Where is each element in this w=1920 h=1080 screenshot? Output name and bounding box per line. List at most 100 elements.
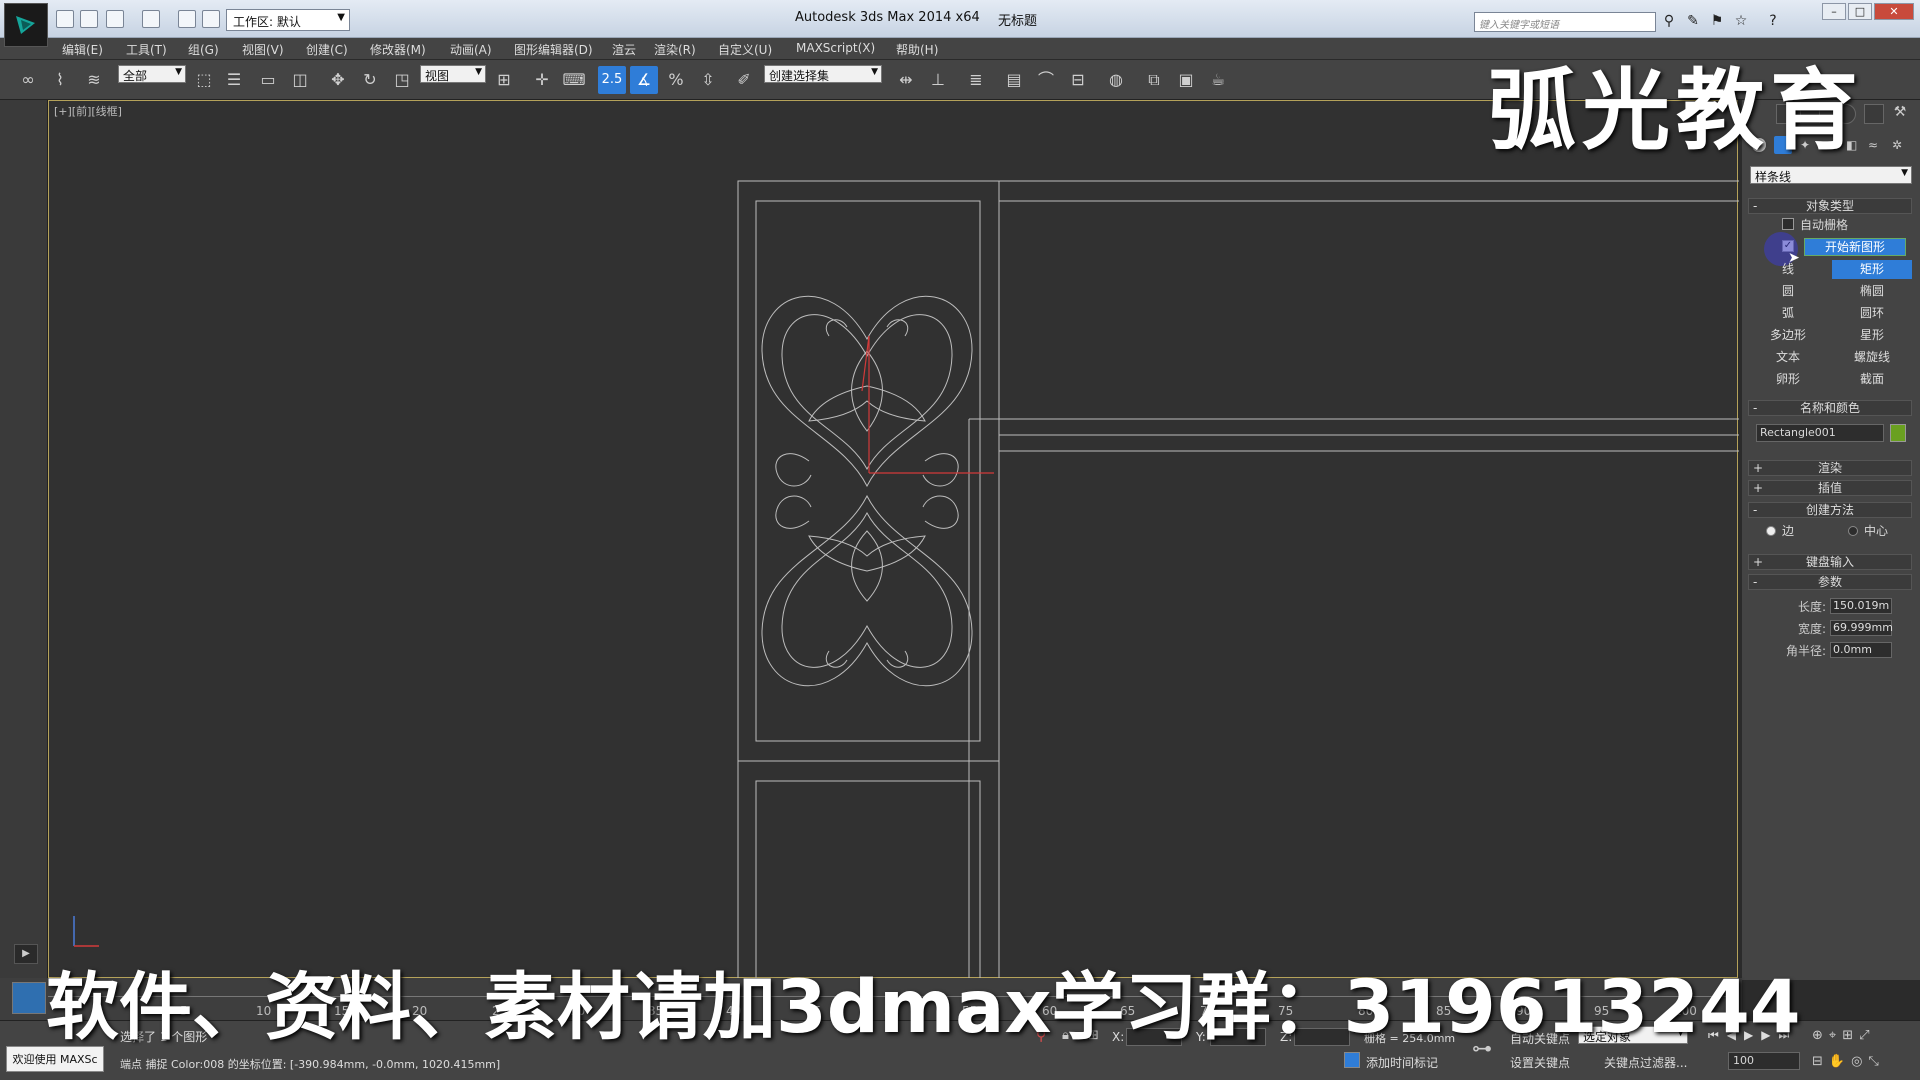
space-warps-category-icon[interactable]: ≈ [1868, 138, 1882, 152]
current-frame-field[interactable]: 100 [1728, 1052, 1800, 1070]
viewport-label[interactable]: [+][前][线框] [54, 103, 122, 119]
select-object-icon[interactable]: ⬚ [190, 66, 218, 94]
menu-cloud[interactable]: 渲云 [612, 41, 636, 58]
spinner-snap-icon[interactable]: ⇳ [694, 66, 722, 94]
rollout-rendering[interactable]: + 渲染 [1748, 460, 1912, 476]
edge-radio[interactable] [1766, 526, 1776, 536]
menu-animation[interactable]: 动画(A) [450, 41, 492, 58]
app-logo-icon[interactable] [4, 3, 48, 47]
open-file-icon[interactable] [56, 10, 74, 28]
length-spinner[interactable]: 150.019m [1830, 598, 1892, 614]
rendered-frame-icon[interactable]: ▣ [1172, 66, 1200, 94]
unlink-icon[interactable]: ⌇ [46, 66, 74, 94]
rollout-name-color[interactable]: - 名称和颜色 [1748, 400, 1912, 416]
reference-coord-dropdown[interactable]: 视图 ▼ [420, 65, 486, 83]
menu-edit[interactable]: 编辑(E) [62, 41, 103, 58]
hold-icon[interactable] [202, 10, 220, 28]
subscription-icon[interactable]: ⚑ [1708, 12, 1726, 30]
front-viewport[interactable] [48, 100, 1739, 980]
align-icon[interactable]: ⊥ [924, 66, 952, 94]
object-name-input[interactable]: Rectangle001 [1756, 424, 1884, 442]
play-expand-icon[interactable]: ▶ [14, 944, 38, 964]
graphite-tools-icon[interactable]: ▤ [1000, 66, 1028, 94]
minimize-icon[interactable]: – [1822, 3, 1846, 20]
arc-button[interactable]: 弧 [1748, 304, 1828, 323]
shape-category-dropdown[interactable]: 样条线 ▼ [1750, 166, 1912, 184]
rollout-keyboard-entry[interactable]: + 键盘输入 [1748, 554, 1912, 570]
display-tab-icon[interactable] [1864, 104, 1884, 124]
utilities-tab-icon[interactable]: ⚒ [1890, 104, 1910, 124]
menu-customize[interactable]: 自定义(U) [718, 41, 772, 58]
object-color-swatch[interactable] [1890, 424, 1906, 442]
systems-category-icon[interactable]: ✲ [1892, 138, 1906, 152]
scale-icon[interactable]: ◳ [388, 66, 416, 94]
help-icon[interactable]: ? [1764, 12, 1782, 30]
schematic-view-icon[interactable]: ⊟ [1064, 66, 1092, 94]
egg-button[interactable]: 卵形 [1748, 370, 1828, 389]
material-editor-icon[interactable]: ◍ [1102, 66, 1130, 94]
menu-tools[interactable]: 工具(T) [126, 41, 167, 58]
project-folder-icon[interactable] [178, 10, 196, 28]
corner-radius-spinner[interactable]: 0.0mm [1830, 642, 1892, 658]
workspace-dropdown[interactable]: 工作区: 默认 ▼ [226, 9, 350, 31]
window-crossing-icon[interactable]: ◫ [286, 66, 314, 94]
undo-icon[interactable] [106, 10, 124, 28]
layer-manager-icon[interactable]: ≣ [962, 66, 990, 94]
curve-editor-icon[interactable]: ⌒ [1032, 66, 1060, 94]
save-file-icon[interactable] [80, 10, 98, 28]
section-button[interactable]: 截面 [1832, 370, 1912, 389]
star-button[interactable]: 星形 [1832, 326, 1912, 345]
render-setup-icon[interactable]: ⧉ [1140, 66, 1168, 94]
close-icon[interactable]: ✕ [1874, 3, 1914, 20]
menu-create[interactable]: 创建(C) [306, 41, 348, 58]
rollout-creation-method[interactable]: - 创建方法 [1748, 502, 1912, 518]
ellipse-button[interactable]: 椭圆 [1832, 282, 1912, 301]
helix-button[interactable]: 螺旋线 [1832, 348, 1912, 367]
set-key-button[interactable]: 设置关键点 [1510, 1054, 1570, 1071]
mirror-icon[interactable]: ⇹ [892, 66, 920, 94]
width-spinner[interactable]: 69.999mm [1830, 620, 1893, 636]
favorites-icon[interactable]: ☆ [1732, 12, 1750, 30]
tools-icon[interactable]: ✎ [1684, 12, 1702, 30]
autogrid-checkbox[interactable] [1782, 218, 1794, 230]
pivot-center-icon[interactable]: ⊞ [490, 66, 518, 94]
select-by-name-icon[interactable]: ☰ [220, 66, 248, 94]
keyboard-shortcut-icon[interactable]: ⌨ [560, 66, 588, 94]
viewport-nav-controls-2[interactable]: ⊟✋◎⤡ [1812, 1054, 1885, 1069]
menu-group[interactable]: 组(G) [188, 41, 219, 58]
center-radio[interactable] [1848, 526, 1858, 536]
menu-help[interactable]: 帮助(H) [896, 41, 938, 58]
menu-modifiers[interactable]: 修改器(M) [370, 41, 426, 58]
rotate-icon[interactable]: ↻ [356, 66, 384, 94]
donut-button[interactable]: 圆环 [1832, 304, 1912, 323]
menu-graph-editors[interactable]: 图形编辑器(D) [514, 41, 593, 58]
add-time-tag-icon[interactable] [1344, 1052, 1360, 1068]
key-filters-button[interactable]: 关键点过滤器... [1604, 1054, 1687, 1071]
rollout-interpolation[interactable]: + 插值 [1748, 480, 1912, 496]
percent-snap-icon[interactable]: % [662, 66, 690, 94]
rectangle-button[interactable]: 矩形 [1832, 260, 1912, 279]
render-production-icon[interactable]: ☕ [1204, 66, 1232, 94]
maximize-icon[interactable]: □ [1848, 3, 1872, 20]
viewport-nav-controls[interactable]: ⊕⌖⊞⤢ [1812, 1028, 1876, 1043]
menu-views[interactable]: 视图(V) [242, 41, 284, 58]
rollout-object-type[interactable]: - 对象类型 [1748, 198, 1912, 214]
binoculars-icon[interactable]: ⚲ [1660, 12, 1678, 30]
select-manipulate-icon[interactable]: ✛ [528, 66, 556, 94]
named-selection-dropdown[interactable]: 创建选择集 ▼ [764, 65, 882, 83]
circle-button[interactable]: 圆 [1748, 282, 1828, 301]
add-time-tag-label[interactable]: 添加时间标记 [1366, 1054, 1438, 1071]
menu-maxscript[interactable]: MAXScript(X) [796, 41, 875, 55]
redo-icon[interactable] [142, 10, 160, 28]
edit-named-selection-icon[interactable]: ✐ [730, 66, 758, 94]
menu-rendering[interactable]: 渲染(R) [654, 41, 696, 58]
line-button[interactable]: 线 [1748, 260, 1828, 279]
start-new-shape-button[interactable]: 开始新图形 [1804, 238, 1906, 256]
text-button[interactable]: 文本 [1748, 348, 1828, 367]
ngon-button[interactable]: 多边形 [1748, 326, 1828, 345]
search-input[interactable]: 键入关键字或短语 [1474, 12, 1656, 32]
rect-selection-icon[interactable]: ▭ [254, 66, 282, 94]
time-slider-handle[interactable] [12, 982, 46, 1014]
angle-snap-icon[interactable]: ∡ [630, 66, 658, 94]
link-icon[interactable]: ∞ [14, 66, 42, 94]
